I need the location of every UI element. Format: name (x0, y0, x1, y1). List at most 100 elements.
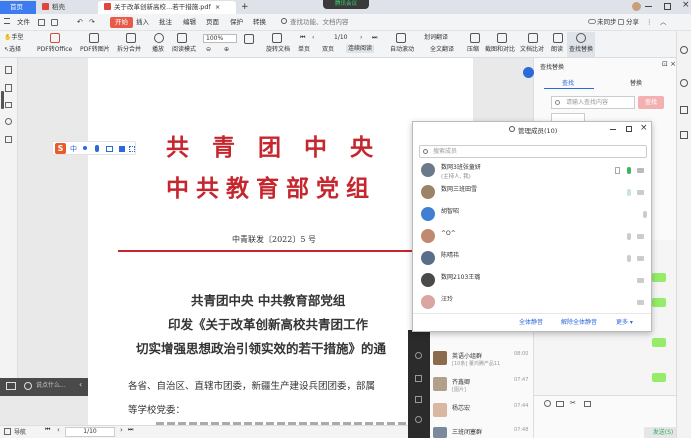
fit-page-icon[interactable] (244, 34, 254, 44)
find-input[interactable]: 请输入查找内容 (551, 96, 635, 109)
menu-icon[interactable] (4, 18, 10, 24)
autoscroll-button[interactable]: 自动滚动 (390, 46, 414, 54)
more-button[interactable]: 更多 ▾ (616, 318, 633, 327)
menu-convert[interactable]: 转换 (253, 17, 266, 28)
menu-protect[interactable]: 保护 (230, 17, 243, 28)
minimize-button[interactable] (645, 6, 652, 7)
folder-icon[interactable] (556, 401, 564, 407)
unmute-all-button[interactable]: 解除全体静音 (561, 318, 597, 327)
word-translate-button[interactable]: 划词翻译 (424, 34, 448, 42)
member-row[interactable]: 数网2103王璐 (419, 271, 645, 291)
bookmark-icon[interactable] (5, 66, 12, 74)
more-menu-icon[interactable]: ⋮ (646, 17, 653, 28)
continuous-read-button[interactable]: 连续阅读 (346, 45, 375, 53)
mic-icon[interactable] (627, 233, 631, 240)
last-page-icon[interactable]: ⏭ (128, 426, 133, 434)
read-mode-button[interactable]: 阅读模式 (172, 46, 196, 54)
pdf-to-office-button[interactable]: PDF转Office (37, 46, 72, 54)
list-item[interactable]: 英语小组群 [10条] 董鸿腾产品11 08:00 (430, 348, 533, 370)
play-button[interactable]: 播放 (152, 46, 164, 54)
menu-insert[interactable]: 插入 (136, 17, 149, 28)
member-row[interactable]: 陈晴祎 (419, 249, 645, 269)
find-replace-button[interactable]: 查找替换 (569, 46, 593, 54)
mic-icon[interactable] (415, 352, 422, 359)
member-row[interactable]: ^O^ (419, 227, 645, 247)
prev-page-icon[interactable]: ‹ (57, 426, 60, 434)
member-search-input[interactable]: 搜索成员 (419, 145, 647, 158)
ime-keyboard-icon[interactable] (106, 146, 113, 152)
side-handle[interactable] (1, 91, 4, 109)
zoom-out-icon[interactable]: ⊖ (206, 46, 211, 54)
print-icon[interactable] (51, 19, 58, 26)
camera-icon[interactable] (637, 168, 644, 173)
page-number-input[interactable]: 1/10 (334, 34, 347, 42)
panel-close-icon[interactable]: ⊡ × (662, 60, 676, 68)
tab-replace[interactable]: 替换 (630, 78, 642, 87)
chat-history-icon[interactable] (584, 401, 591, 407)
member-row[interactable]: 胡智昭 (419, 205, 647, 225)
first-page-icon[interactable]: ⏮ (45, 426, 50, 434)
menu-page[interactable]: 页面 (206, 17, 219, 28)
thumbnail-icon[interactable] (5, 84, 12, 92)
tab-home[interactable]: 首页 (0, 1, 36, 14)
mic-icon[interactable] (643, 211, 647, 218)
assistant-bubble-icon[interactable] (523, 67, 534, 78)
edit-icon[interactable] (680, 106, 688, 114)
screen-share-icon[interactable] (415, 396, 422, 403)
tab-pdf-document[interactable]: 关于改革创新高校...若干措施.pdf × (98, 1, 236, 14)
zoom-in-icon[interactable]: ⊕ (224, 46, 229, 54)
list-item[interactable]: 杨芯宏 07:44 (430, 400, 533, 422)
ime-mic-icon[interactable] (95, 145, 99, 152)
camera-icon[interactable] (637, 278, 644, 283)
tab-close-icon[interactable]: × (215, 3, 220, 11)
prev-page-icon[interactable]: ‹ (312, 34, 314, 42)
camera-icon[interactable] (637, 190, 644, 195)
hand-tool-button[interactable]: ✋手型 (4, 34, 24, 42)
double-page-button[interactable]: 双页 (322, 46, 334, 54)
list-item[interactable]: 三班闭塞群 07:48 (430, 424, 533, 438)
mic-icon[interactable] (627, 189, 631, 196)
mic-icon[interactable] (627, 167, 631, 174)
scissors-icon[interactable]: ✂ (570, 399, 576, 407)
avatar[interactable] (632, 2, 641, 11)
settings-icon[interactable] (680, 79, 688, 87)
layers-icon[interactable] (5, 136, 12, 143)
dialog-maximize-button[interactable] (626, 126, 632, 132)
ime-logo-icon[interactable]: S (55, 143, 66, 154)
ime-punctuation-icon[interactable] (83, 146, 87, 150)
members-icon[interactable] (415, 416, 422, 423)
mic-icon[interactable] (627, 255, 631, 262)
screenshot-compare-button[interactable]: 截图和对比 (485, 46, 515, 54)
sync-status[interactable]: 未同步 (597, 17, 617, 28)
find-button[interactable]: 查找 (638, 96, 664, 109)
next-page-icon[interactable]: › (360, 34, 362, 42)
dialog-minimize-button[interactable] (610, 129, 616, 130)
menu-comment[interactable]: 批注 (159, 17, 172, 28)
camera-icon[interactable] (637, 234, 644, 239)
member-row[interactable]: 数网三班田雪 (419, 183, 645, 203)
mute-all-button[interactable]: 全体静音 (519, 318, 543, 327)
emoji-icon[interactable] (24, 382, 32, 390)
meeting-badge[interactable]: 腾讯会议 (323, 0, 369, 9)
chevron-up-icon[interactable]: ︿ (660, 17, 667, 28)
menu-start[interactable]: 开始 (110, 17, 133, 28)
menu-file[interactable]: 文件 (17, 17, 30, 28)
nav-label[interactable]: 导航 (14, 427, 26, 436)
member-row[interactable]: 汪玲 (419, 293, 645, 313)
screen-icon[interactable] (6, 382, 16, 390)
full-translate-button[interactable]: 全文翻译 (430, 46, 454, 54)
camera-icon[interactable] (415, 375, 422, 382)
ime-skin-icon[interactable] (119, 146, 125, 152)
status-page-input[interactable]: 1/10 (65, 427, 115, 437)
comment-icon[interactable] (5, 102, 12, 108)
tab-draw[interactable]: 稻壳 (36, 1, 98, 14)
next-page-icon[interactable]: › (120, 426, 123, 434)
close-button[interactable]: × (682, 0, 690, 10)
attachment-icon[interactable] (5, 118, 12, 125)
rotate-document-button[interactable]: 旋转文档 (266, 46, 290, 54)
search-function-input[interactable]: 查找功能、文档内容 (290, 17, 349, 28)
dialog-close-button[interactable]: × (640, 123, 648, 133)
member-row[interactable]: 数网3班张童妍 (主持人, 我) (419, 161, 645, 181)
camera-icon[interactable] (637, 300, 644, 305)
save-icon[interactable] (38, 19, 45, 26)
